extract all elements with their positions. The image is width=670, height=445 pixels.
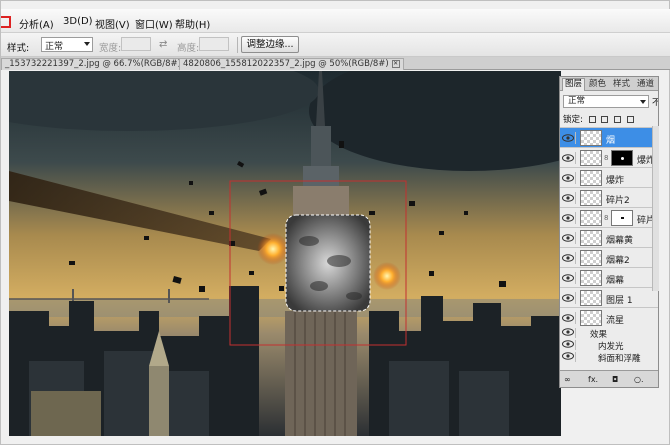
lock-label: 锁定: (563, 115, 583, 125)
menu-bar: 分析(A) 3D(D) 视图(V) 窗口(W) 帮助(H) (1, 9, 670, 33)
height-field[interactable] (199, 37, 229, 51)
layer-thumbnail (580, 190, 602, 206)
eye-icon[interactable] (562, 132, 576, 144)
options-bar: 样式: 正常 宽度: ⇄ 高度: 调整边缘... (1, 33, 670, 57)
layer-thumbnail (580, 230, 602, 246)
layer-mask-thumbnail[interactable] (611, 210, 633, 226)
layer-name: 爆炸 (606, 176, 625, 186)
panel-scrollbar[interactable] (652, 126, 659, 291)
tab-document-1[interactable]: _153732221397_2.jpg @ 66.7%(RGB/8#)✕ (1, 58, 196, 70)
layer-name: 烟 (606, 136, 616, 146)
style-label: 样式: (7, 43, 30, 54)
panel-footer: ∞ fx. ◘ ○. (560, 370, 658, 387)
eye-icon[interactable] (562, 340, 576, 350)
artwork-image (9, 71, 561, 436)
eye-icon[interactable] (562, 352, 576, 362)
layer-thumbnail (580, 250, 602, 266)
lock-position-icon[interactable] (613, 116, 621, 123)
eye-icon[interactable] (562, 292, 576, 304)
photoshop-window: 分析(A) 3D(D) 视图(V) 窗口(W) 帮助(H) 样式: 正常 宽度:… (0, 0, 670, 445)
blend-mode-value: 正常 (568, 96, 586, 106)
chevron-down-icon (84, 42, 90, 46)
layer-thumbnail (580, 310, 602, 326)
eye-icon[interactable] (562, 252, 576, 264)
layer-thumbnail (580, 270, 602, 286)
lock-row: 锁定: (563, 113, 634, 125)
eye-icon[interactable] (562, 212, 576, 224)
lock-pixels-icon[interactable] (601, 116, 609, 123)
eye-icon[interactable] (562, 272, 576, 284)
layer-name: 烟幕黄 (606, 236, 634, 246)
tab-styles[interactable]: 样式 (611, 79, 632, 91)
fx-icon[interactable]: fx. (588, 375, 598, 384)
menu-help[interactable]: 帮助(H) (175, 16, 210, 31)
effect-item[interactable]: 斜面和浮雕 (560, 351, 658, 364)
mask-icon[interactable]: ◘ (612, 375, 618, 384)
layer-row[interactable]: 烟幕黄 (560, 227, 658, 247)
eye-icon[interactable] (562, 232, 576, 244)
layer-row[interactable]: 8爆炸素 (560, 147, 658, 167)
blend-mode-select[interactable]: 正常 (563, 95, 649, 108)
document-canvas[interactable] (9, 71, 561, 436)
layer-row[interactable]: 碎片2 (560, 187, 658, 207)
eye-icon[interactable] (562, 172, 576, 184)
eye-icon[interactable] (562, 312, 576, 324)
close-icon[interactable]: ✕ (391, 59, 400, 68)
style-select-value: 正常 (45, 42, 64, 52)
layers-panel: 图层 颜色 样式 通道 正常 不 锁定: 烟8爆炸素爆炸碎片28碎片1 烟幕黄烟幕… (559, 76, 659, 388)
link-layers-icon[interactable]: ∞ (564, 375, 571, 384)
layer-name: 烟幕 (606, 276, 625, 286)
lock-transparent-icon[interactable] (588, 116, 596, 123)
refine-edge-button[interactable]: 调整边缘... (241, 36, 299, 53)
lock-all-icon[interactable] (626, 116, 634, 123)
menu-view[interactable]: 视图(V) (95, 16, 130, 31)
width-label: 宽度: (99, 43, 122, 54)
layer-thumbnail (580, 170, 602, 186)
app-icon (1, 16, 11, 28)
layer-name: 流星 (606, 316, 625, 326)
layer-row[interactable]: 流星 (560, 307, 658, 327)
eye-icon[interactable] (562, 328, 576, 338)
layer-row[interactable]: 8 碎片1 (560, 207, 658, 227)
document-tabs: _153732221397_2.jpg @ 66.7%(RGB/8#)✕ 482… (1, 57, 670, 70)
layer-row[interactable]: 图层 1 (560, 287, 658, 307)
tab-color[interactable]: 颜色 (587, 79, 608, 91)
layer-name: 图层 1 (606, 296, 633, 306)
style-select[interactable]: 正常 (41, 37, 93, 52)
tab-document-2[interactable]: 4820806_155812022357_2.jpg @ 50%(RGB/8#)… (179, 58, 404, 70)
panel-tabs: 图层 颜色 样式 通道 (560, 77, 658, 91)
layer-mask-thumbnail[interactable] (611, 150, 633, 166)
menu-analysis[interactable]: 分析(A) (19, 16, 54, 31)
effects-row[interactable]: 效果 (560, 327, 658, 340)
link-icon[interactable]: 8 (604, 214, 608, 222)
layer-row[interactable]: 爆炸 (560, 167, 658, 187)
eye-icon[interactable] (562, 192, 576, 204)
opacity-label: 不 (652, 96, 658, 108)
height-label: 高度: (177, 43, 200, 54)
eye-icon[interactable] (562, 152, 576, 164)
layer-thumbnail (580, 290, 602, 306)
layer-name: 烟幕2 (606, 256, 630, 266)
width-field[interactable] (121, 37, 151, 51)
layer-thumbnail (580, 210, 602, 226)
menu-3d[interactable]: 3D(D) (63, 16, 93, 27)
adjustment-icon[interactable]: ○. (634, 375, 644, 384)
layer-thumbnail (580, 130, 602, 146)
layer-thumbnail (580, 150, 602, 166)
layer-row[interactable]: 烟 (560, 127, 658, 147)
layer-name: 碎片2 (606, 196, 630, 206)
divider (237, 37, 238, 53)
tab-document-2-label: 4820806_155812022357_2.jpg @ 50%(RGB/8#) (183, 59, 389, 69)
menu-window[interactable]: 窗口(W) (135, 16, 173, 31)
tab-document-1-label: _153732221397_2.jpg @ 66.7%(RGB/8#) (5, 59, 181, 69)
tab-channels[interactable]: 通道 (635, 79, 656, 91)
link-icon[interactable]: 8 (604, 154, 608, 162)
swap-icon[interactable]: ⇄ (159, 39, 167, 50)
tab-layers[interactable]: 图层 (562, 78, 586, 91)
layer-row[interactable]: 烟幕2 (560, 247, 658, 267)
chevron-down-icon (640, 100, 646, 104)
layer-row[interactable]: 烟幕 (560, 267, 658, 287)
effect-item[interactable]: 内发光 (560, 339, 658, 352)
effect-name: 斜面和浮雕 (598, 354, 641, 364)
